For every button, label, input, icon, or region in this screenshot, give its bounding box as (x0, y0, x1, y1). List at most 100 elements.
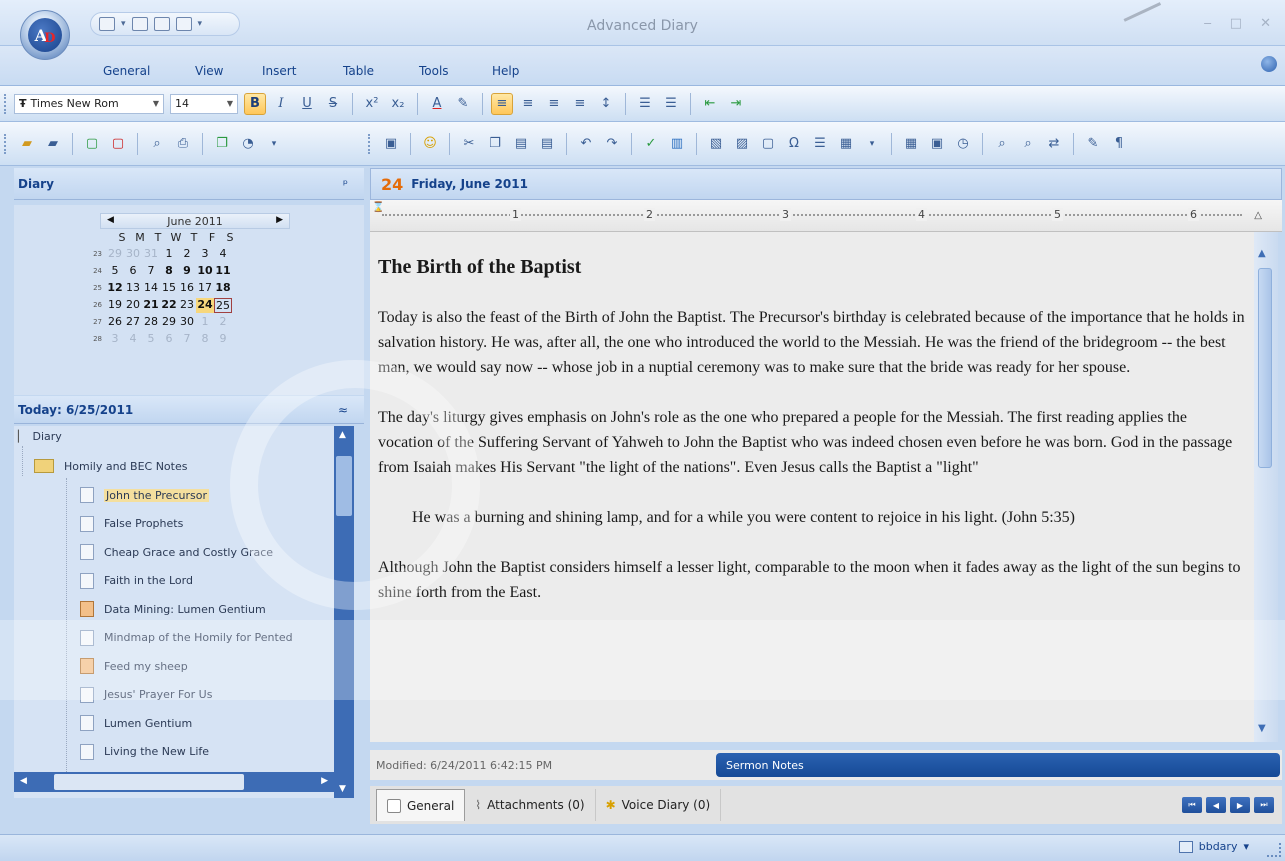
chevron-down-icon[interactable]: ▾ (263, 133, 285, 155)
justify-icon[interactable]: ≡ (569, 93, 591, 115)
calendar-day[interactable]: 29 (160, 315, 178, 328)
entry-editor[interactable]: The Birth of the Baptist Today is also t… (370, 232, 1254, 742)
new-page-icon[interactable]: ▢ (81, 133, 103, 155)
insert-object-icon[interactable]: ▨ (731, 133, 753, 155)
bullet-list-icon[interactable]: ☰ (634, 93, 656, 115)
previous-entry-icon[interactable]: ◀ (1206, 797, 1226, 813)
calendar-day[interactable]: 6 (124, 264, 142, 277)
undo-icon[interactable]: ↶ (575, 133, 597, 155)
time-stamp-icon[interactable]: ▣ (926, 133, 948, 155)
align-left-icon[interactable]: ≡ (491, 92, 513, 115)
calendar-day[interactable]: 19 (106, 298, 124, 313)
scroll-thumb[interactable] (336, 456, 352, 516)
delete-page-icon[interactable]: ▢ (107, 133, 129, 155)
print-icon[interactable]: ⎙ (172, 133, 194, 155)
calendar-day[interactable]: 8 (196, 332, 214, 345)
scroll-thumb[interactable] (1258, 268, 1272, 468)
collapse-icon[interactable]: ≈ (338, 403, 348, 417)
open-folder-icon[interactable]: ▰ (16, 133, 38, 155)
italic-button[interactable]: I (270, 93, 292, 115)
calendar-day[interactable]: 18 (214, 281, 232, 294)
right-indent-marker-icon[interactable]: △ (1254, 210, 1262, 221)
edit-properties-icon[interactable]: ✎ (1082, 133, 1104, 155)
search-icon[interactable]: ⌕ (146, 133, 168, 155)
calendar-day[interactable]: 2 (214, 315, 232, 328)
subscript-button[interactable]: x₂ (387, 93, 409, 115)
numbered-list-icon[interactable]: ☰ (660, 93, 682, 115)
menu-view[interactable]: View (195, 64, 223, 78)
calendar-day[interactable]: 8 (160, 264, 178, 277)
save-icon[interactable]: ▣ (380, 133, 402, 155)
tree-folder-homily[interactable]: Homily and BEC Notes (34, 459, 187, 473)
calendar-day[interactable]: 29 (106, 247, 124, 260)
calendar-day[interactable]: 28 (142, 315, 160, 328)
calendar-day[interactable]: 7 (178, 332, 196, 345)
calendar-day[interactable]: 14 (142, 281, 160, 294)
scroll-right-icon[interactable]: ▶ (321, 776, 328, 786)
category-badge[interactable]: Sermon Notes (716, 753, 1280, 777)
calendar-day[interactable]: 16 (178, 281, 196, 294)
last-entry-icon[interactable]: ⏭ (1254, 797, 1274, 813)
calendar-day[interactable]: 4 (214, 247, 232, 260)
calendar-day[interactable]: 25 (214, 298, 232, 313)
scroll-down-icon[interactable]: ▼ (339, 784, 346, 794)
emoticon-icon[interactable]: ☺ (419, 133, 441, 155)
copy-icon[interactable]: ❐ (484, 133, 506, 155)
maximize-icon[interactable]: □ (1230, 16, 1242, 31)
calendar-day[interactable]: 1 (196, 315, 214, 328)
insert-table-icon[interactable]: ▦ (835, 133, 857, 155)
calendar-day[interactable]: 6 (160, 332, 178, 345)
tab-voice-diary[interactable]: ✱ Voice Diary (0) (596, 789, 722, 821)
align-right-icon[interactable]: ≡ (543, 93, 565, 115)
calendar-day[interactable]: 17 (196, 281, 214, 294)
insert-symbol-icon[interactable]: Ω (783, 133, 805, 155)
tree-entry-item[interactable]: Feed my sheep (80, 658, 188, 674)
ruler[interactable]: 1 2 3 4 5 6 ⌛ △ (370, 200, 1282, 232)
calendar-day[interactable]: 22 (160, 298, 178, 313)
menu-help[interactable]: Help (492, 64, 519, 78)
date-stamp-icon[interactable]: ▦ (900, 133, 922, 155)
tree-horizontal-scrollbar[interactable]: ◀ ▶ (14, 772, 334, 792)
increase-indent-icon[interactable]: ⇥ (725, 93, 747, 115)
calendar-day[interactable]: 21 (142, 298, 160, 313)
strikethrough-button[interactable]: S (322, 93, 344, 115)
horizontal-line-icon[interactable]: ☰ (809, 133, 831, 155)
tab-general[interactable]: General (376, 789, 466, 821)
spellcheck-icon[interactable]: ✓ (640, 133, 662, 155)
tree-entry-item[interactable]: Faith in the Lord (80, 572, 193, 589)
calendar-day[interactable]: 2 (178, 247, 196, 260)
tree-entry-item[interactable]: Living the New Life (80, 743, 209, 760)
scroll-up-icon[interactable]: ▲ (1258, 248, 1266, 259)
tree-entry-item[interactable]: Cheap Grace and Costly Grace (80, 544, 273, 560)
font-size-select[interactable]: 14 ▼ (170, 93, 238, 114)
minimize-icon[interactable]: ‒ (1204, 16, 1212, 31)
cut-icon[interactable]: ✂ (458, 133, 480, 155)
tab-attachments[interactable]: ⌇ Attachments (0) (465, 789, 596, 821)
calendar-day[interactable]: 1 (160, 247, 178, 260)
template-icon[interactable]: ◔ (237, 133, 259, 155)
calendar-day[interactable]: 31 (142, 247, 160, 260)
align-center-icon[interactable]: ≡ (517, 93, 539, 115)
menu-table[interactable]: Table (343, 64, 374, 78)
scroll-thumb[interactable] (54, 774, 244, 790)
toolbar-grip[interactable] (368, 133, 372, 154)
font-name-select[interactable]: Ŧ Times New Rom ▼ (14, 93, 164, 114)
next-entry-icon[interactable]: ▶ (1230, 797, 1250, 813)
thesaurus-icon[interactable]: ▥ (666, 133, 688, 155)
calendar-day[interactable]: 30 (124, 247, 142, 260)
redo-icon[interactable]: ↷ (601, 133, 623, 155)
calendar-day[interactable]: 3 (106, 332, 124, 345)
user-menu[interactable]: bbdary ▾ (1178, 840, 1249, 853)
tree-entry-item[interactable]: John the Precursor (80, 487, 209, 503)
calendar-day[interactable]: 26 (106, 315, 124, 328)
replace-icon[interactable]: ⇄ (1043, 133, 1065, 155)
highlight-button[interactable]: ✎ (452, 93, 474, 115)
calendar-day[interactable]: 5 (106, 264, 124, 277)
paste-special-icon[interactable]: ▤ (536, 133, 558, 155)
scroll-left-icon[interactable]: ◀ (20, 776, 27, 786)
clock-icon[interactable]: ◷ (952, 133, 974, 155)
next-month-icon[interactable]: ▶ (276, 215, 283, 225)
application-menu-button[interactable]: AD (20, 10, 70, 60)
close-icon[interactable]: ✕ (1260, 16, 1271, 31)
calendar-day[interactable]: 3 (196, 247, 214, 260)
